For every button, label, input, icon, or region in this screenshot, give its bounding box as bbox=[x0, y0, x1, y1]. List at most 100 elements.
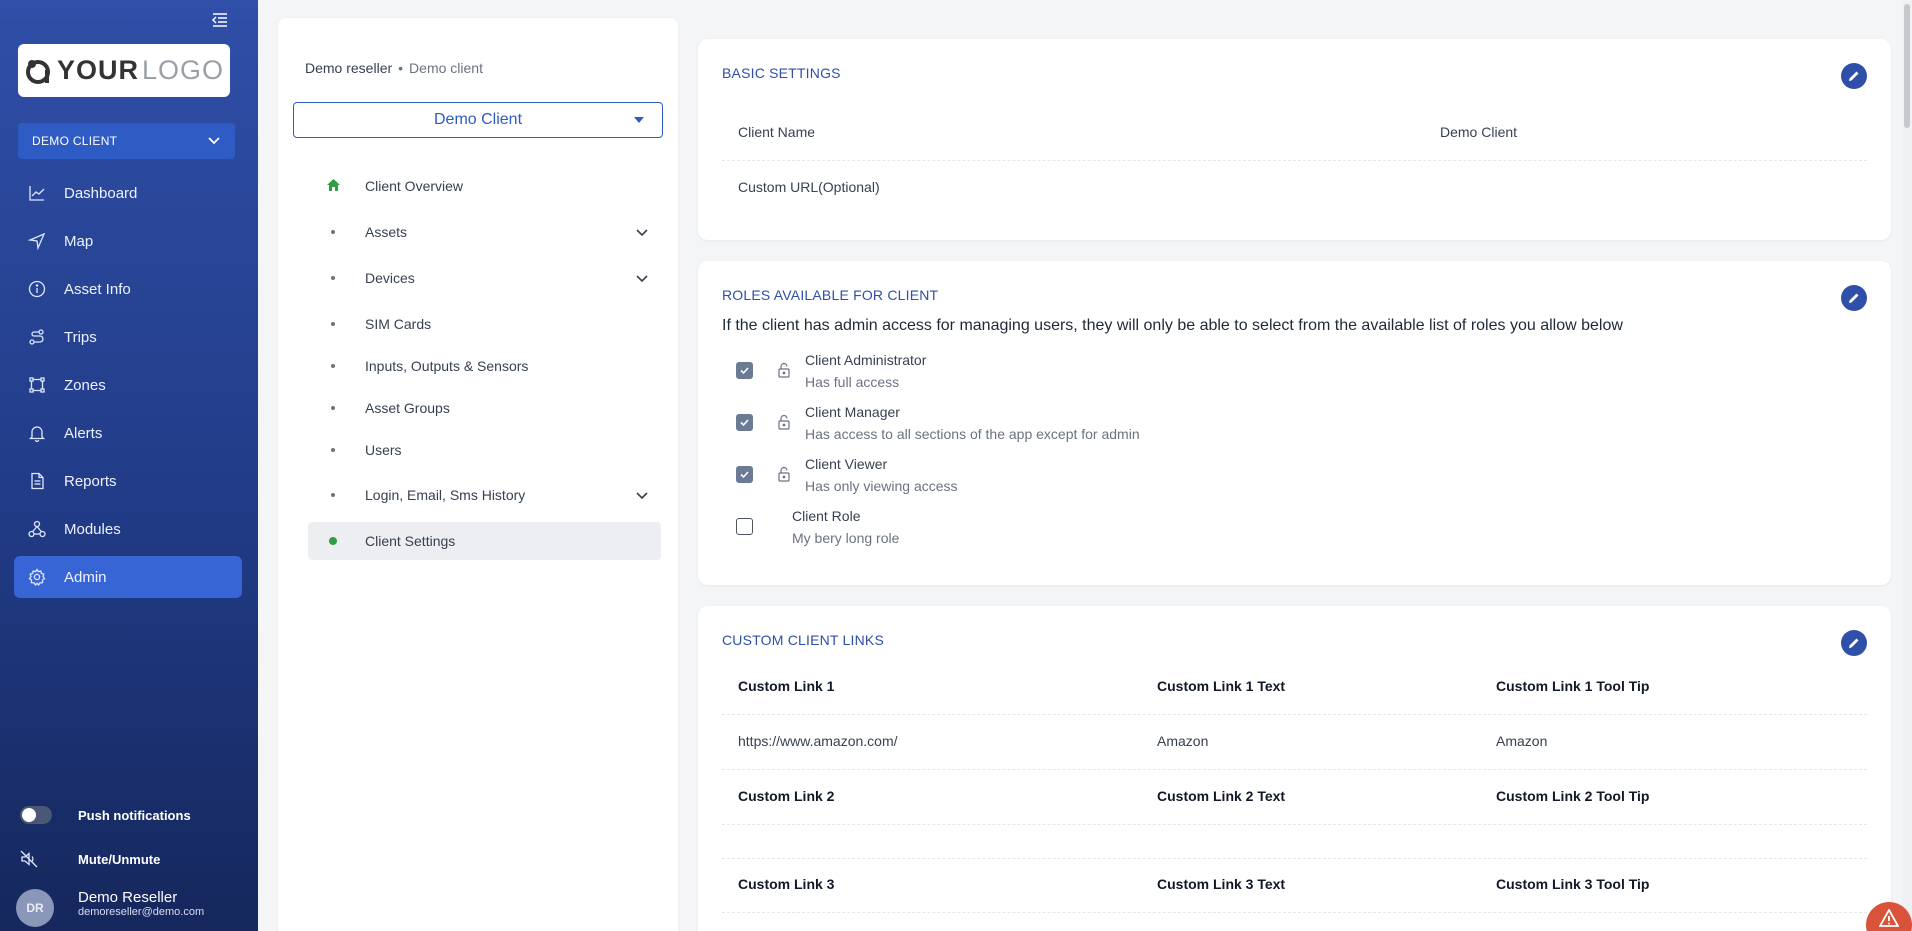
table-row: https://www.amazon.com/ Amazon Amazon bbox=[722, 715, 1867, 770]
push-notifications-label: Push notifications bbox=[78, 807, 191, 823]
table-cell: Custom Link 3 Tool Tip bbox=[1496, 876, 1650, 892]
nav-item-label: Modules bbox=[64, 520, 121, 538]
nav-item-label: Alerts bbox=[64, 424, 103, 442]
edit-custom-links-button[interactable] bbox=[1841, 630, 1867, 656]
menu-item-label: Login, Email, Sms History bbox=[365, 487, 526, 503]
nav-item-reports[interactable]: Reports bbox=[14, 460, 242, 502]
pencil-icon bbox=[1849, 293, 1859, 303]
menu-item-label: Assets bbox=[365, 224, 408, 240]
info-circle-icon bbox=[28, 280, 46, 298]
table-cell: Custom Link 2 Tool Tip bbox=[1496, 788, 1650, 804]
breadcrumb-reseller[interactable]: Demo reseller bbox=[305, 60, 392, 76]
role-description: My bery long role bbox=[792, 530, 900, 546]
user-email: demoreseller@demo.com bbox=[78, 906, 205, 918]
volume-mute-icon bbox=[20, 850, 50, 868]
menu-item-sim-cards[interactable]: SIM Cards bbox=[308, 305, 661, 343]
nav-item-label: Admin bbox=[64, 568, 107, 586]
nav-item-zones[interactable]: Zones bbox=[14, 364, 242, 406]
role-checkbox[interactable] bbox=[736, 466, 753, 483]
page-scrollbar[interactable] bbox=[1902, 0, 1912, 931]
nav-item-alerts[interactable]: Alerts bbox=[14, 412, 242, 454]
client-dropdown-value: Demo Client bbox=[433, 111, 523, 128]
nav-item-modules[interactable]: Modules bbox=[14, 508, 242, 550]
checkmark-icon bbox=[740, 367, 749, 375]
edit-roles-button[interactable] bbox=[1841, 285, 1867, 311]
warning-triangle-icon bbox=[1879, 909, 1899, 927]
bullet-dot bbox=[331, 322, 335, 326]
push-notifications-toggle[interactable] bbox=[20, 806, 52, 824]
role-checkbox[interactable] bbox=[736, 362, 753, 379]
basic-settings-card: BASIC SETTINGS Client Name Demo Client C… bbox=[698, 39, 1891, 240]
collapse-sidebar-icon[interactable] bbox=[210, 10, 230, 30]
menu-item-client-settings[interactable]: Client Settings bbox=[308, 522, 661, 560]
role-checkbox[interactable] bbox=[736, 414, 753, 431]
nav-item-label: Map bbox=[64, 232, 94, 250]
menu-item-client-overview[interactable]: Client Overview bbox=[308, 167, 661, 205]
breadcrumb-separator: • bbox=[398, 60, 404, 76]
basic-setting-row-client-name: Client Name Demo Client bbox=[722, 106, 1867, 161]
table-row: Custom Link 3 Custom Link 3 Text Custom … bbox=[722, 858, 1867, 913]
custom-link-url[interactable]: https://www.amazon.com/ bbox=[738, 733, 898, 749]
nav-item-label: Zones bbox=[64, 376, 106, 394]
menu-item-devices[interactable]: Devices bbox=[308, 259, 661, 297]
gear-icon bbox=[28, 568, 46, 586]
nav-item-asset-info[interactable]: Asset Info bbox=[14, 268, 242, 310]
table-row: Custom Link 2 Custom Link 2 Text Custom … bbox=[722, 770, 1867, 825]
nav-item-dashboard[interactable]: Dashboard bbox=[14, 172, 242, 214]
menu-item-assets[interactable]: Assets bbox=[308, 213, 661, 251]
role-checkbox[interactable] bbox=[736, 518, 753, 535]
pencil-icon bbox=[1849, 71, 1859, 81]
table-cell: Custom Link 3 bbox=[738, 876, 835, 892]
menu-item-login-email-sms-history[interactable]: Login, Email, Sms History bbox=[308, 476, 661, 514]
active-dot bbox=[329, 537, 337, 545]
role-description: Has full access bbox=[805, 374, 900, 390]
lock-icon bbox=[776, 414, 792, 435]
navigation-arrow-icon bbox=[28, 232, 46, 250]
menu-item-users[interactable]: Users bbox=[308, 431, 661, 469]
chevron-down-icon[interactable] bbox=[635, 226, 649, 243]
breadcrumb-client[interactable]: Demo client bbox=[409, 60, 483, 76]
logo-text-bold: YOUR bbox=[56, 55, 139, 85]
modules-hierarchy-icon bbox=[28, 520, 46, 538]
bullet-dot bbox=[331, 448, 335, 452]
chart-line-icon bbox=[28, 184, 46, 202]
user-profile[interactable]: DR Demo Reseller demoreseller@demo.com bbox=[0, 889, 258, 931]
nav-item-trips[interactable]: Trips bbox=[14, 316, 242, 358]
route-icon bbox=[28, 328, 46, 346]
nav-item-label: Asset Info bbox=[64, 280, 131, 298]
bullet-dot bbox=[331, 276, 335, 280]
user-name: Demo Reseller bbox=[78, 889, 178, 906]
edit-basic-settings-button[interactable] bbox=[1841, 63, 1867, 89]
table-cell: Amazon bbox=[1157, 733, 1209, 749]
main-nav: Dashboard Map Asset Info Trips Zones Ale… bbox=[14, 172, 242, 604]
chevron-down-icon[interactable] bbox=[635, 272, 649, 289]
roles-title: ROLES AVAILABLE FOR CLIENT bbox=[722, 287, 939, 303]
mute-label: Mute/Unmute bbox=[78, 851, 161, 867]
push-notifications-row: Push notifications bbox=[0, 797, 258, 833]
menu-item-asset-groups[interactable]: Asset Groups bbox=[308, 389, 661, 427]
checkmark-icon bbox=[740, 419, 749, 427]
menu-item-label: Users bbox=[365, 442, 402, 458]
table-cell: Custom Link 3 Text bbox=[1157, 876, 1286, 892]
bell-icon bbox=[28, 424, 46, 442]
nav-item-admin[interactable]: Admin bbox=[14, 556, 242, 598]
scrollbar-thumb[interactable] bbox=[1904, 4, 1910, 128]
menu-item-label: Asset Groups bbox=[365, 400, 450, 416]
menu-item-label: Client Overview bbox=[365, 178, 464, 194]
mute-row[interactable]: Mute/Unmute bbox=[0, 847, 258, 871]
menu-item-inputs-outputs-sensors[interactable]: Inputs, Outputs & Sensors bbox=[308, 347, 661, 385]
sidebar: YOUR LOGO DEMO CLIENT Dashboard Map Asset… bbox=[0, 0, 258, 931]
bullet-dot bbox=[331, 364, 335, 368]
table-cell: Custom Link 1 Text bbox=[1157, 678, 1286, 694]
client-menu-panel: Demo reseller • Demo client Demo Client Cl… bbox=[278, 18, 678, 931]
bullet-dot bbox=[331, 406, 335, 410]
logo[interactable]: YOUR LOGO bbox=[18, 44, 230, 97]
table-row: Custom Link 1 Custom Link 1 Text Custom … bbox=[722, 660, 1867, 715]
client-dropdown[interactable]: Demo Client bbox=[293, 102, 663, 138]
chevron-down-icon[interactable] bbox=[635, 489, 649, 506]
client-selector[interactable]: DEMO CLIENT bbox=[18, 123, 235, 159]
setting-key: Custom URL(Optional) bbox=[738, 179, 880, 195]
nav-item-map[interactable]: Map bbox=[14, 220, 242, 262]
lock-icon bbox=[776, 362, 792, 383]
logo-text-light: LOGO bbox=[141, 55, 225, 85]
